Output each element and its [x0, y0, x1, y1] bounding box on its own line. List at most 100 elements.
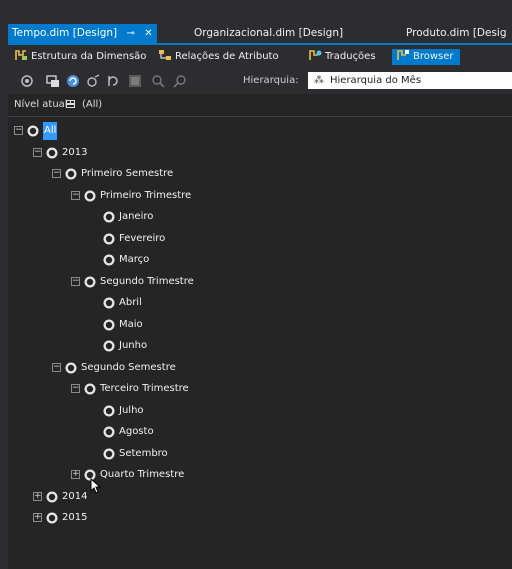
collapse-icon[interactable]: − — [33, 147, 42, 157]
close-icon[interactable]: ✕ — [144, 24, 152, 43]
hierarchy-icon: ⁂ — [314, 75, 324, 86]
tree-node[interactable]: − Terceiro Trimestre — [8, 380, 498, 398]
tree-node[interactable]: − All — [8, 122, 498, 140]
refresh-icon[interactable] — [66, 74, 80, 88]
tree-node-label: Abril — [119, 297, 142, 308]
tree-node-label: Terceiro Trimestre — [100, 383, 189, 394]
hierarchy-select[interactable]: ⁂ Hierarquia do Mês — [308, 72, 512, 89]
tab-produto-dim[interactable]: Produto.dim [Desig — [402, 24, 511, 43]
member-icon — [84, 276, 96, 287]
tree-node[interactable]: Março — [8, 251, 498, 269]
tree-node-label: Quarto Trimestre — [100, 469, 185, 480]
process-icon[interactable] — [20, 74, 34, 88]
current-level-bar: Nível atual: (All) — [8, 94, 512, 117]
mouse-cursor-icon — [90, 478, 102, 494]
browser-icon — [397, 50, 409, 60]
member-icon — [103, 233, 115, 244]
tree-node-label: Junho — [119, 340, 148, 351]
member-icon — [84, 190, 96, 201]
undo-icon[interactable] — [106, 74, 120, 88]
tree-node-label: 2013 — [62, 146, 88, 158]
zoom-in-icon[interactable] — [151, 74, 165, 88]
tree-node[interactable]: Janeiro — [8, 208, 498, 226]
level-icon — [66, 100, 75, 108]
current-level-value: (All) — [82, 99, 103, 110]
member-icon — [103, 405, 115, 416]
reconnect-icon[interactable] — [46, 74, 60, 88]
tab-label: Organizacional.dim [Design] — [194, 27, 344, 39]
tree-node[interactable]: − Segundo Trimestre — [8, 273, 498, 291]
tree-node[interactable]: Agosto — [8, 423, 498, 441]
tree-node[interactable]: Julho — [8, 402, 498, 420]
tree-node-label: Maio — [119, 318, 143, 330]
tab-label: Traduções — [325, 51, 376, 62]
tree-node[interactable]: Abril — [8, 294, 498, 312]
expand-icon[interactable]: + — [33, 491, 42, 501]
attribute-relationships-icon — [159, 50, 171, 60]
collapse-icon[interactable]: − — [71, 384, 80, 393]
member-icon — [103, 254, 115, 266]
dimension-member-tree: Nível atual: (All) − All −2013− Primeiro Se… — [8, 94, 512, 569]
tab-tempo-dim[interactable]: Tempo.dim [Design] ⊸ ✕ — [8, 24, 157, 43]
filter-icon[interactable] — [128, 74, 142, 88]
member-icon — [103, 211, 115, 223]
tree-node[interactable]: − Segundo Semestre — [8, 359, 498, 377]
tab-browser[interactable]: Browser — [392, 49, 460, 65]
collapse-icon[interactable]: − — [52, 169, 61, 178]
tree-node-label: 2014 — [62, 490, 88, 502]
pin-icon[interactable]: ⊸ — [127, 24, 135, 43]
tab-label: Produto.dim [Desig — [406, 27, 507, 39]
member-icon — [65, 362, 77, 373]
tab-label: Relações de Atributo — [175, 51, 279, 62]
tree-node[interactable]: − Primeiro Semestre — [8, 165, 498, 183]
tree-node-label: Segundo Semestre — [81, 361, 176, 373]
tree-node[interactable]: − Primeiro Trimestre — [8, 187, 498, 205]
tree-node[interactable]: + Quarto Trimestre — [8, 466, 498, 484]
member-icon — [46, 512, 58, 524]
tab-label: Tempo.dim [Design] — [12, 27, 118, 39]
member-icon — [103, 297, 115, 309]
tree-node-label: Setembro — [119, 447, 168, 459]
tree-node-label: Primeiro Trimestre — [100, 189, 192, 201]
tree-node[interactable]: Setembro — [8, 445, 498, 463]
member-properties-icon[interactable] — [86, 74, 100, 88]
tab-organizacional-dim[interactable]: Organizacional.dim [Design] — [190, 24, 347, 43]
tree-node[interactable]: Fevereiro — [8, 230, 498, 248]
tree-node-label: Julho — [119, 404, 144, 416]
browser-toolbar: Hierarquia: ⁂ Hierarquia do Mês — [8, 68, 512, 94]
hierarchy-value: Hierarquia do Mês — [330, 75, 422, 86]
tab-translations[interactable]: Traduções — [306, 49, 378, 65]
tree-node[interactable]: Maio — [8, 316, 498, 334]
tree-node-label: Primeiro Semestre — [81, 168, 174, 179]
expand-icon[interactable]: + — [33, 513, 42, 522]
tree-node[interactable]: Junho — [8, 337, 498, 355]
tree-node-label: 2015 — [62, 512, 88, 523]
tree-node[interactable]: − 2013 — [8, 144, 498, 162]
member-icon — [103, 340, 115, 352]
expand-icon[interactable]: + — [71, 470, 80, 479]
member-icon — [84, 383, 96, 395]
collapse-icon[interactable]: − — [52, 362, 61, 372]
member-icon — [65, 168, 77, 180]
dimension-structure-icon — [15, 50, 27, 60]
tree-node-label: Janeiro — [119, 211, 154, 222]
tree-node-label: Fevereiro — [119, 232, 166, 244]
collapse-icon[interactable]: − — [71, 190, 80, 200]
tree-node[interactable]: +2014 — [8, 488, 498, 506]
ssdt-dimension-browser: Tempo.dim [Design] ⊸ ✕ Organizacional.di… — [0, 0, 512, 569]
member-icon — [103, 319, 115, 330]
tree-node-label: Março — [119, 254, 150, 265]
tree-node[interactable]: +2015 — [8, 509, 498, 527]
member-icon — [46, 147, 58, 158]
collapse-icon[interactable]: − — [14, 126, 23, 135]
hierarchy-label: Hierarquia: — [243, 75, 299, 86]
tab-dimension-structure[interactable]: Estrutura da Dimensão — [12, 49, 148, 65]
collapse-icon[interactable]: − — [71, 276, 80, 286]
current-level-label: Nível atual: — [14, 99, 71, 110]
translations-icon — [309, 50, 322, 60]
tab-attribute-relationships[interactable]: Relações de Atributo — [156, 49, 281, 65]
member-icon — [46, 491, 58, 502]
zoom-out-icon[interactable] — [173, 74, 187, 88]
member-icon — [103, 448, 115, 459]
tree-node-label: All — [43, 122, 58, 140]
